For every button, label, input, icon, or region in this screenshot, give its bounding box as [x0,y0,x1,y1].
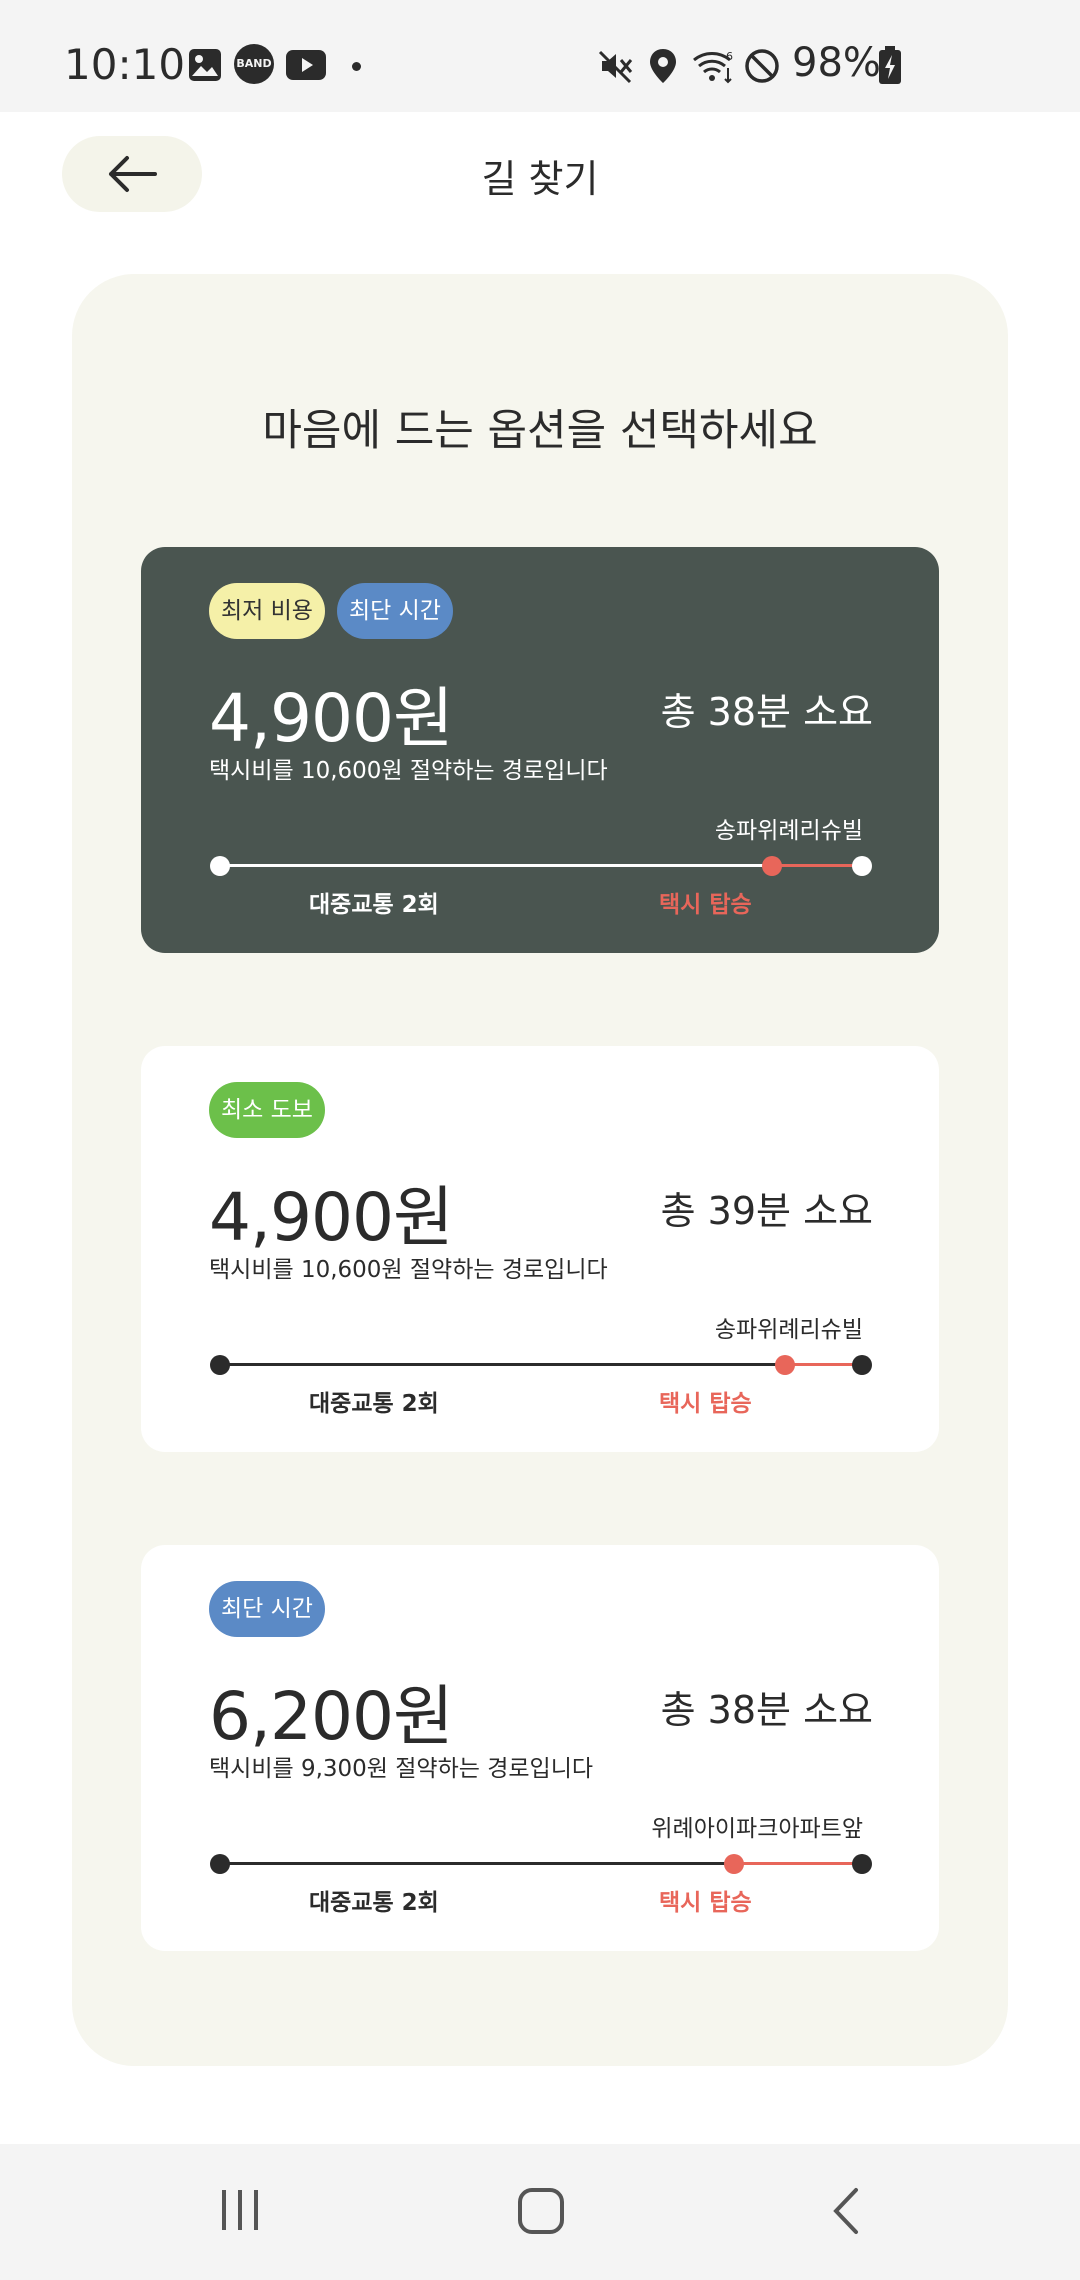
route-transfer-stop: 송파위례리슈빌 [714,818,863,844]
location-icon [650,49,676,83]
route-savings-text: 택시비를 10,600원 절약하는 경로입니다 [209,1257,608,1283]
back-icon[interactable] [826,2186,866,2236]
route-transit-segment [220,1862,734,1865]
route-end-dot [852,856,872,876]
route-duration: 총 38분 소요 [660,690,873,734]
route-price: 4,900원 [209,1179,454,1256]
do-not-disturb-icon [745,49,779,83]
route-start-dot [210,1355,230,1375]
route-start-dot [210,1854,230,1874]
route-card-selected[interactable]: 최저 비용 최단 시간 4,900원 총 38분 소요택시비를 10,600원 절약하… [141,547,939,953]
route-taxi-label: 택시 탑승 [659,1391,752,1417]
route-price: 6,200원 [209,1678,454,1755]
route-taxi-segment [784,1363,862,1366]
route-savings-text: 택시비를 9,300원 절약하는 경로입니다 [209,1756,594,1782]
route-duration: 총 39분 소요 [660,1189,873,1233]
route-transfer-stop: 송파위례리슈빌 [714,1317,863,1343]
route-badge: 최소 도보 [209,1082,325,1138]
route-taxi-segment [772,864,862,867]
route-badges: 최소 도보 [209,1082,325,1138]
route-taxi-segment [733,1862,862,1865]
system-nav-bar [0,2144,1080,2280]
battery-percentage: 98% [792,40,881,86]
mute-icon [598,50,633,84]
route-transfer-dot [762,856,783,876]
home-icon[interactable] [516,2186,568,2238]
svg-text:6: 6 [726,50,733,63]
route-card[interactable]: 최단 시간 6,200원 총 38분 소요택시비를 9,300원 절약하는 경로입니… [141,1545,939,1951]
route-taxi-label: 택시 탑승 [659,892,752,918]
route-transfer-dot [723,1854,744,1874]
route-badge: 최단 시간 [336,583,453,639]
recent-apps-icon[interactable] [216,2186,264,2234]
route-transfer-stop: 위례아이파크아파트앞 [651,1816,863,1842]
status-bar: 10:10 BAND 6 98% [0,0,1080,112]
youtube-icon [286,50,326,80]
route-end-dot [852,1854,872,1874]
route-savings-text: 택시비를 10,600원 절약하는 경로입니다 [209,758,608,784]
band-icon: BAND [234,44,274,84]
status-time: 10:10 [64,40,186,89]
route-transit-segment [220,864,773,867]
route-badges: 최저 비용 최단 시간 [209,583,453,639]
route-end-dot [852,1355,872,1375]
battery-charging-icon [879,46,901,84]
gallery-icon [189,49,221,81]
route-taxi-label: 택시 탑승 [659,1890,752,1916]
route-badge: 최저 비용 [209,583,325,639]
route-transit-label: 대중교통 2회 [309,1391,439,1417]
route-transit-label: 대중교통 2회 [309,892,439,918]
options-heading: 마음에 드는 옵션을 선택하세요 [262,406,818,456]
route-start-dot [210,856,230,876]
route-transfer-dot [774,1355,795,1375]
route-badge: 최단 시간 [209,1581,325,1637]
wifi-icon: 6 [693,50,733,84]
route-duration: 총 38분 소요 [660,1688,873,1732]
dot-icon [352,62,361,71]
route-badges: 최단 시간 [209,1581,325,1637]
page-title: 길 찾기 [481,157,599,201]
route-price: 4,900원 [209,680,454,757]
route-transit-label: 대중교통 2회 [309,1890,439,1916]
route-card[interactable]: 최소 도보 4,900원 총 39분 소요택시비를 10,600원 절약하는 경로입… [141,1046,939,1452]
route-transit-segment [220,1363,785,1366]
